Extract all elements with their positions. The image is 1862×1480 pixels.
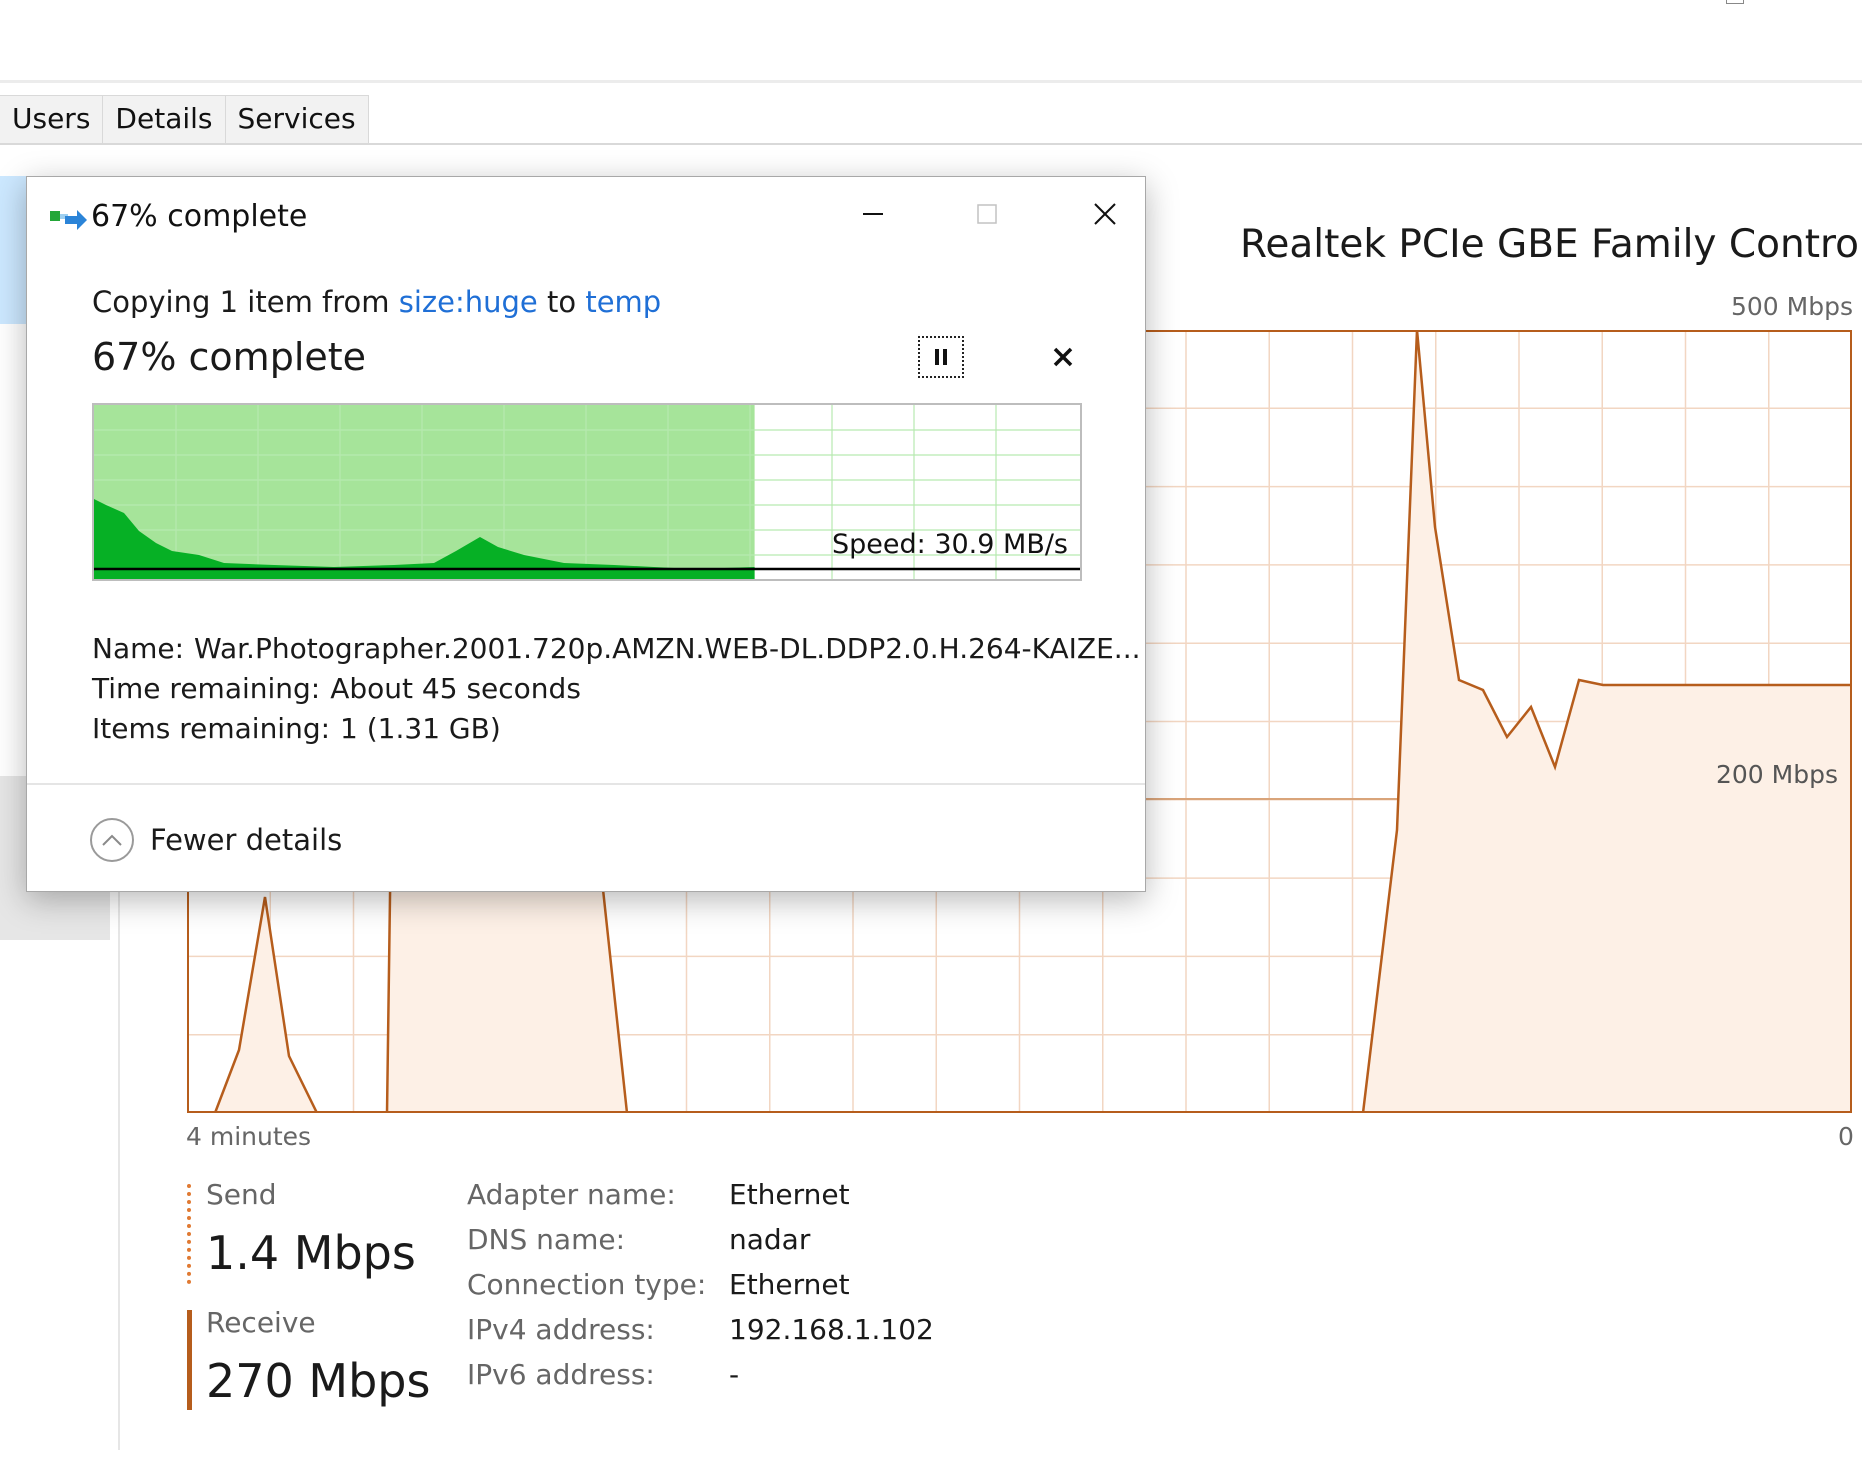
detail-time-value: About 45 seconds (330, 672, 581, 705)
copy-progress-dialog: 67% complete Copying 1 item from size:hu… (26, 176, 1146, 892)
tabbar-baseline (0, 143, 1862, 145)
collapse-chevron-icon (90, 818, 134, 862)
graph-x-right-label: 0 (1838, 1122, 1854, 1151)
close-icon[interactable] (1070, 191, 1140, 237)
destination-link[interactable]: temp (585, 285, 661, 319)
prop-adapter-name-key: Adapter name: (467, 1178, 676, 1211)
prop-ipv4-value: 192.168.1.102 (729, 1313, 934, 1346)
detail-items-key: Items remaining: (92, 712, 331, 745)
dialog-footer-separator (27, 783, 1145, 785)
copy-to-word: to (546, 285, 577, 319)
tab-users[interactable]: Users (0, 95, 104, 143)
sidebar-selected-item[interactable] (0, 176, 28, 324)
send-legend-marker (187, 1184, 194, 1284)
pause-button[interactable] (918, 336, 964, 378)
source-link[interactable]: size:huge (399, 285, 538, 319)
dialog-title: 67% complete (91, 199, 308, 234)
window-top-separator (0, 80, 1862, 83)
prop-adapter-name-value: Ethernet (729, 1178, 850, 1211)
minimize-icon[interactable] (837, 191, 907, 237)
progress-heading: 67% complete (92, 335, 367, 379)
prop-dns-name-key: DNS name: (467, 1223, 626, 1256)
file-copy-icon (50, 210, 87, 230)
speed-label: Speed: 30.9 MB/s (832, 529, 1068, 560)
copy-prefix: Copying 1 item from (92, 285, 390, 319)
detail-time-key: Time remaining: (92, 672, 321, 705)
fewer-details-label: Fewer details (150, 823, 343, 857)
prop-dns-name-value: nadar (729, 1223, 811, 1256)
pause-icon (935, 349, 947, 365)
receive-legend-marker (187, 1310, 192, 1410)
detail-time-row: Time remaining: About 45 seconds (92, 672, 581, 705)
cancel-x-icon (1053, 347, 1073, 367)
prop-connection-type-value: Ethernet (729, 1268, 850, 1301)
detail-items-row: Items remaining: 1 (1.31 GB) (92, 712, 501, 745)
fewer-details-button[interactable]: Fewer details (90, 815, 342, 865)
prop-ipv6-key: IPv6 address: (467, 1358, 655, 1391)
cancel-copy-button[interactable] (1043, 337, 1083, 377)
prop-connection-type-key: Connection type: (467, 1268, 707, 1301)
graph-y-max-label: 500 Mbps (1731, 292, 1853, 321)
graph-y-mid-label: 200 Mbps (1716, 760, 1838, 789)
adapter-title: Realtek PCIe GBE Family Controller (1240, 222, 1862, 267)
receive-value: 270 Mbps (206, 1354, 431, 1408)
detail-name-key: Name: (92, 632, 185, 665)
receive-label: Receive (206, 1306, 316, 1339)
taskmanager-maximize-icon[interactable] (1726, 0, 1744, 4)
copy-description: Copying 1 item from size:huge to temp (92, 285, 661, 319)
send-label: Send (206, 1178, 277, 1211)
send-value: 1.4 Mbps (206, 1226, 416, 1280)
tab-details[interactable]: Details (103, 95, 226, 143)
tab-services[interactable]: Services (225, 95, 369, 143)
detail-items-value: 1 (1.31 GB) (340, 712, 501, 745)
graph-x-left-label: 4 minutes (186, 1122, 312, 1151)
transfer-speed-graph: Speed: 30.9 MB/s (92, 403, 1082, 581)
prop-ipv4-key: IPv4 address: (467, 1313, 655, 1346)
transfer-progress-fill (94, 405, 755, 579)
maximize-icon (977, 204, 997, 224)
prop-ipv6-value: - (729, 1358, 740, 1391)
detail-name-value: War.Photographer.2001.720p.AMZN.WEB-DL.D… (194, 632, 1141, 665)
taskmanager-tabbar: Users Details Services (0, 95, 369, 143)
detail-name-row: Name: War.Photographer.2001.720p.AMZN.WEB… (92, 632, 1141, 665)
